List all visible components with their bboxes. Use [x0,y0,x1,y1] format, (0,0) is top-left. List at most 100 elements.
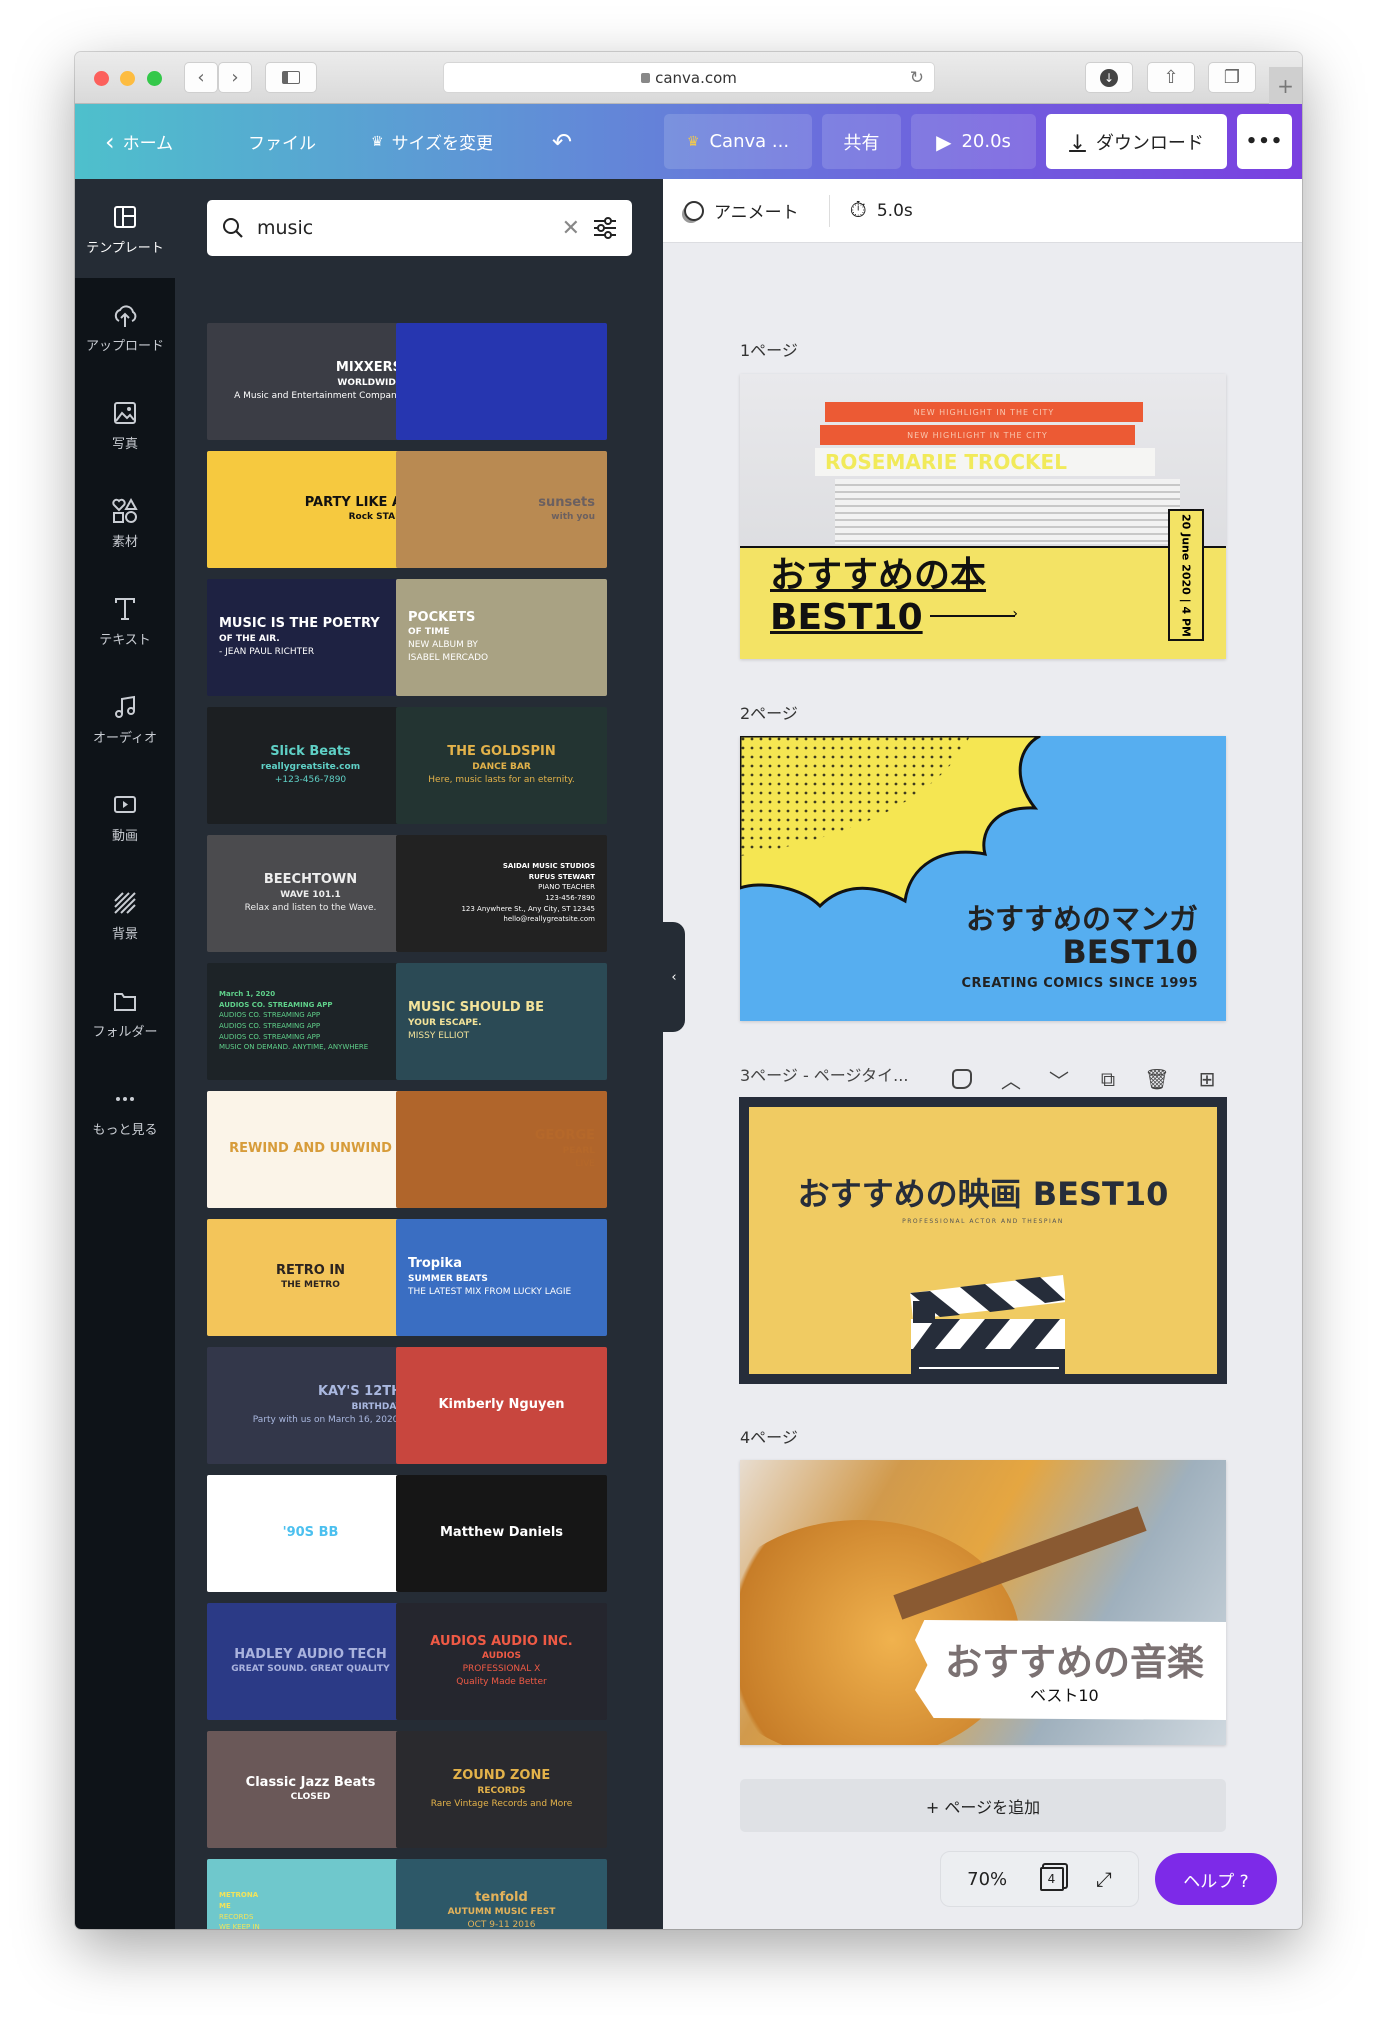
template-text: '90S BB [282,1525,339,1541]
sidebar-item-label: 素材 [111,534,138,550]
template-text: 123-456-7890 [545,894,595,902]
template-thumbnail[interactable]: RETRO IN THE METRO [207,1219,414,1336]
add-page-button[interactable]: + ページを追加 [740,1779,1226,1832]
zoom-controls: 70% 4 ⤢ [940,1851,1139,1907]
back-button[interactable]: ‹ [184,62,218,93]
template-thumbnail[interactable]: HADLEY AUDIO TECH GREAT SOUND. GREAT QUAL… [207,1603,414,1720]
home-button[interactable]: ‹ ホーム [105,104,173,179]
sidebar-item-6[interactable]: 動画 [75,777,175,857]
crown-icon: ♛ [371,133,384,150]
template-thumbnail[interactable]: BEECHTOWN WAVE 101.1 Relax and listen to t… [207,835,414,952]
template-text: Slick Beats [270,744,351,760]
timing-button[interactable]: ⏱ 5.0s [850,198,913,223]
sidebar-item-7[interactable]: 背景 [75,875,175,955]
duplicate-page-button[interactable]: ⧉ [1094,1065,1122,1093]
page-3-thumbnail[interactable]: おすすめの映画 BEST10 PROFESSIONAL ACTOR AND TH… [740,1098,1226,1383]
page-4-thumbnail[interactable]: おすすめの音楽 ベスト10 [740,1460,1226,1745]
move-up-button[interactable]: ︿ [997,1065,1025,1093]
collapse-panel-handle[interactable]: ‹ [663,922,685,1032]
search-input[interactable]: music ✕ [207,200,632,256]
sidebar-item-5[interactable]: オーディオ [75,679,175,759]
sidebar-item-1[interactable]: アップロード [75,287,175,367]
page-1-thumbnail[interactable]: NEW HIGHLIGHT IN THE CITY NEW HIGHLIGHT … [740,374,1226,659]
page-subtitle: ベスト10 [1030,1686,1099,1705]
download-button[interactable]: ↓ ダウンロード [1046,114,1227,169]
template-thumbnail[interactable]: POCKETS OF TIME NEW ALBUM BY ISABEL MERCADO [396,579,607,696]
resize-button[interactable]: ♛ サイズを変更 [371,104,493,179]
template-thumbnail[interactable]: PARTY LIKE A Rock STAR [207,451,414,568]
template-thumbnail[interactable]: METRONAMERECORDSWE KEEP INTIME WITH THE … [207,1859,414,1929]
upload-cloud-icon [114,304,137,327]
tabs-overview-button[interactable]: ❐ [1208,62,1256,93]
delete-page-button[interactable]: 🗑 [1143,1065,1171,1093]
template-thumbnail[interactable]: MIXXERS WORLDWIDE A Music and Entertainmen… [207,323,414,440]
fullscreen-icon[interactable]: ⤢ [1096,1867,1112,1891]
template-thumbnail[interactable]: Tropika SUMMER BEATS THE LATEST MIX FROM L… [396,1219,607,1336]
animate-button[interactable]: アニメート [684,198,799,223]
template-text: Relax and listen to the Wave. [244,902,377,913]
share-page-button[interactable]: ⇧ [1147,62,1195,93]
duration-label: 20.0s [961,131,1011,152]
template-thumbnail[interactable]: MUSIC IS THE POETRY OF THE AIR. - JEAN PAU… [207,579,414,696]
zoom-window-button[interactable] [147,71,162,86]
present-button[interactable]: ▶ 20.0s [911,114,1036,169]
share-button[interactable]: 共有 [822,114,901,169]
close-window-button[interactable] [94,71,109,86]
template-text: PIANO TEACHER [538,883,595,892]
file-menu[interactable]: ファイル [248,104,316,179]
sidebar-item-8[interactable]: フォルダー [75,973,175,1053]
template-thumbnail[interactable]: GEORGE PEARL LIVE [396,1091,607,1208]
template-thumbnail[interactable]: '90S BB [207,1475,414,1592]
template-text: OF THE AIR. [219,633,280,644]
sidebar-toggle-button[interactable] [265,62,317,93]
divider [828,194,830,227]
address-bar[interactable]: canva.com ↻ [443,62,935,93]
undo-button[interactable]: ↶ [552,104,572,179]
downloads-button[interactable]: ↓ [1085,62,1133,93]
move-down-button[interactable]: ﹀ [1045,1065,1073,1093]
add-page-after-button[interactable]: ⊞ [1193,1065,1221,1093]
clear-search-icon[interactable]: ✕ [562,216,580,241]
template-text: AUDIOS CO. STREAMING APP [219,1011,321,1020]
template-text: RUFUS STEWART [528,872,595,881]
template-thumbnail[interactable]: Slick Beats reallygreatsite.com +123-456-7… [207,707,414,824]
team-button[interactable]: ♛ Canva ... [664,114,812,169]
template-text: CLOSED [290,1792,331,1803]
notes-button[interactable] [948,1065,976,1093]
template-text: NEW ALBUM BY [408,640,478,651]
new-tab-button[interactable]: + [1269,67,1302,104]
template-thumbnail[interactable]: March 1, 2020 AUDIOS CO. STREAMING APP AUD… [207,963,414,1080]
template-thumbnail[interactable]: AUDIOS AUDIO INC. AUDIOS PROFESSIONAL X Qua… [396,1603,607,1720]
download-label: ダウンロード [1095,132,1204,154]
filter-icon[interactable] [592,216,618,240]
template-thumbnail[interactable]: ZOUND ZONE RECORDS Rare Vintage Records an… [396,1731,607,1848]
forward-button[interactable]: › [218,62,252,93]
template-thumbnail[interactable]: Matthew Daniels [396,1475,607,1592]
template-thumbnail[interactable]: Kimberly Nguyen [396,1347,607,1464]
template-thumbnail[interactable]: SAIDAI MUSIC STUDIOS RUFUS STEWART PIANO T… [396,835,607,952]
template-thumbnail[interactable]: Classic Jazz Beats CLOSED [207,1731,414,1848]
template-thumbnail[interactable]: REWIND AND UNWIND [207,1091,414,1208]
sidebar-item-0[interactable]: テンプレート [75,189,175,269]
elements-icon [112,497,138,523]
template-thumbnail[interactable]: tenfoldAUTUMN MUSIC FESTOCT 9-11 2016PRE… [396,1859,607,1929]
sidebar-item-3[interactable]: 素材 [75,483,175,563]
template-thumbnail[interactable]: KAY'S 12TH BIRTHDAY Party with us on March… [207,1347,414,1464]
photo-icon [114,401,136,424]
template-thumbnail[interactable]: THE GOLDSPIN DANCE BAR Here, music lasts f… [396,707,607,824]
sidebar-item-label: 写真 [111,436,138,452]
zoom-level[interactable]: 70% [967,1869,1007,1890]
sidebar-item-2[interactable]: 写真 [75,385,175,465]
template-text: sunsets [538,494,595,510]
template-thumbnail[interactable] [396,323,607,440]
template-text: REWIND AND UNWIND [229,1141,392,1157]
page-grid-button[interactable]: 4 [1039,1867,1064,1891]
help-button[interactable]: ヘルプ ? [1155,1853,1277,1905]
sidebar-item-9[interactable]: もっと見る [75,1071,175,1151]
page-2-thumbnail[interactable]: おすすめのマンガ BEST10 CREATING COMICS SINCE 19… [740,736,1226,1021]
more-options-button[interactable]: ••• [1237,114,1292,169]
template-thumbnail[interactable]: sunsets with you [396,451,607,568]
sidebar-item-4[interactable]: テキスト [75,581,175,661]
template-thumbnail[interactable]: MUSIC SHOULD BE YOUR ESCAPE. MISSY ELLIOT [396,963,607,1080]
minimize-window-button[interactable] [120,71,135,86]
